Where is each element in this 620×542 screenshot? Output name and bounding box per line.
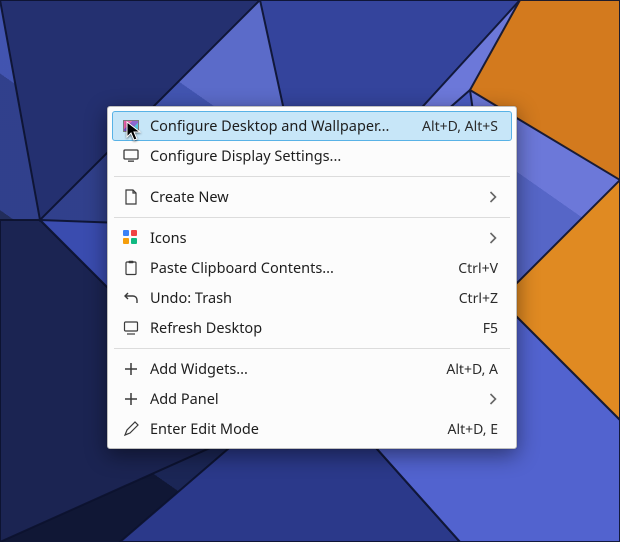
menu-item-label: Configure Desktop and Wallpaper...	[150, 116, 394, 136]
menu-item-undo-trash[interactable]: Undo: Trash Ctrl+Z	[112, 283, 512, 313]
new-document-icon	[122, 188, 140, 206]
clipboard-icon	[122, 259, 140, 277]
monitor-icon	[122, 147, 140, 165]
plus-icon	[122, 390, 140, 408]
menu-item-paste-clipboard[interactable]: Paste Clipboard Contents... Ctrl+V	[112, 253, 512, 283]
menu-separator	[114, 217, 510, 218]
menu-item-shortcut: F5	[483, 319, 498, 338]
menu-item-label: Enter Edit Mode	[150, 419, 420, 439]
menu-item-label: Configure Display Settings...	[150, 146, 498, 166]
menu-item-configure-desktop-wallpaper[interactable]: Configure Desktop and Wallpaper... Alt+D…	[112, 111, 512, 141]
menu-item-shortcut: Alt+D, E	[448, 420, 498, 439]
menu-item-shortcut: Ctrl+V	[458, 259, 498, 278]
undo-icon	[122, 289, 140, 307]
menu-item-label: Refresh Desktop	[150, 318, 455, 338]
menu-item-icons[interactable]: Icons	[112, 223, 512, 253]
menu-item-label: Paste Clipboard Contents...	[150, 258, 430, 278]
edit-icon	[122, 420, 140, 438]
menu-item-shortcut: Alt+D, A	[446, 360, 498, 379]
menu-item-add-panel[interactable]: Add Panel	[112, 384, 512, 414]
menu-item-refresh-desktop[interactable]: Refresh Desktop F5	[112, 313, 512, 343]
menu-item-add-widgets[interactable]: Add Widgets... Alt+D, A	[112, 354, 512, 384]
desktop-context-menu: Configure Desktop and Wallpaper... Alt+D…	[107, 106, 517, 449]
chevron-right-icon	[489, 393, 498, 405]
desktop-icon	[122, 319, 140, 337]
menu-item-create-new[interactable]: Create New	[112, 182, 512, 212]
menu-item-label: Add Panel	[150, 389, 461, 409]
menu-item-label: Create New	[150, 187, 461, 207]
wallpaper-icon	[122, 117, 140, 135]
menu-separator	[114, 348, 510, 349]
icons-grid-icon	[122, 229, 140, 247]
menu-item-shortcut: Alt+D, Alt+S	[422, 117, 498, 136]
menu-item-enter-edit-mode[interactable]: Enter Edit Mode Alt+D, E	[112, 414, 512, 444]
chevron-right-icon	[489, 191, 498, 203]
menu-separator	[114, 176, 510, 177]
menu-item-configure-display-settings[interactable]: Configure Display Settings...	[112, 141, 512, 171]
menu-item-label: Undo: Trash	[150, 288, 431, 308]
plus-icon	[122, 360, 140, 378]
chevron-right-icon	[489, 232, 498, 244]
menu-item-label: Icons	[150, 228, 461, 248]
menu-item-label: Add Widgets...	[150, 359, 418, 379]
menu-item-shortcut: Ctrl+Z	[459, 289, 498, 308]
